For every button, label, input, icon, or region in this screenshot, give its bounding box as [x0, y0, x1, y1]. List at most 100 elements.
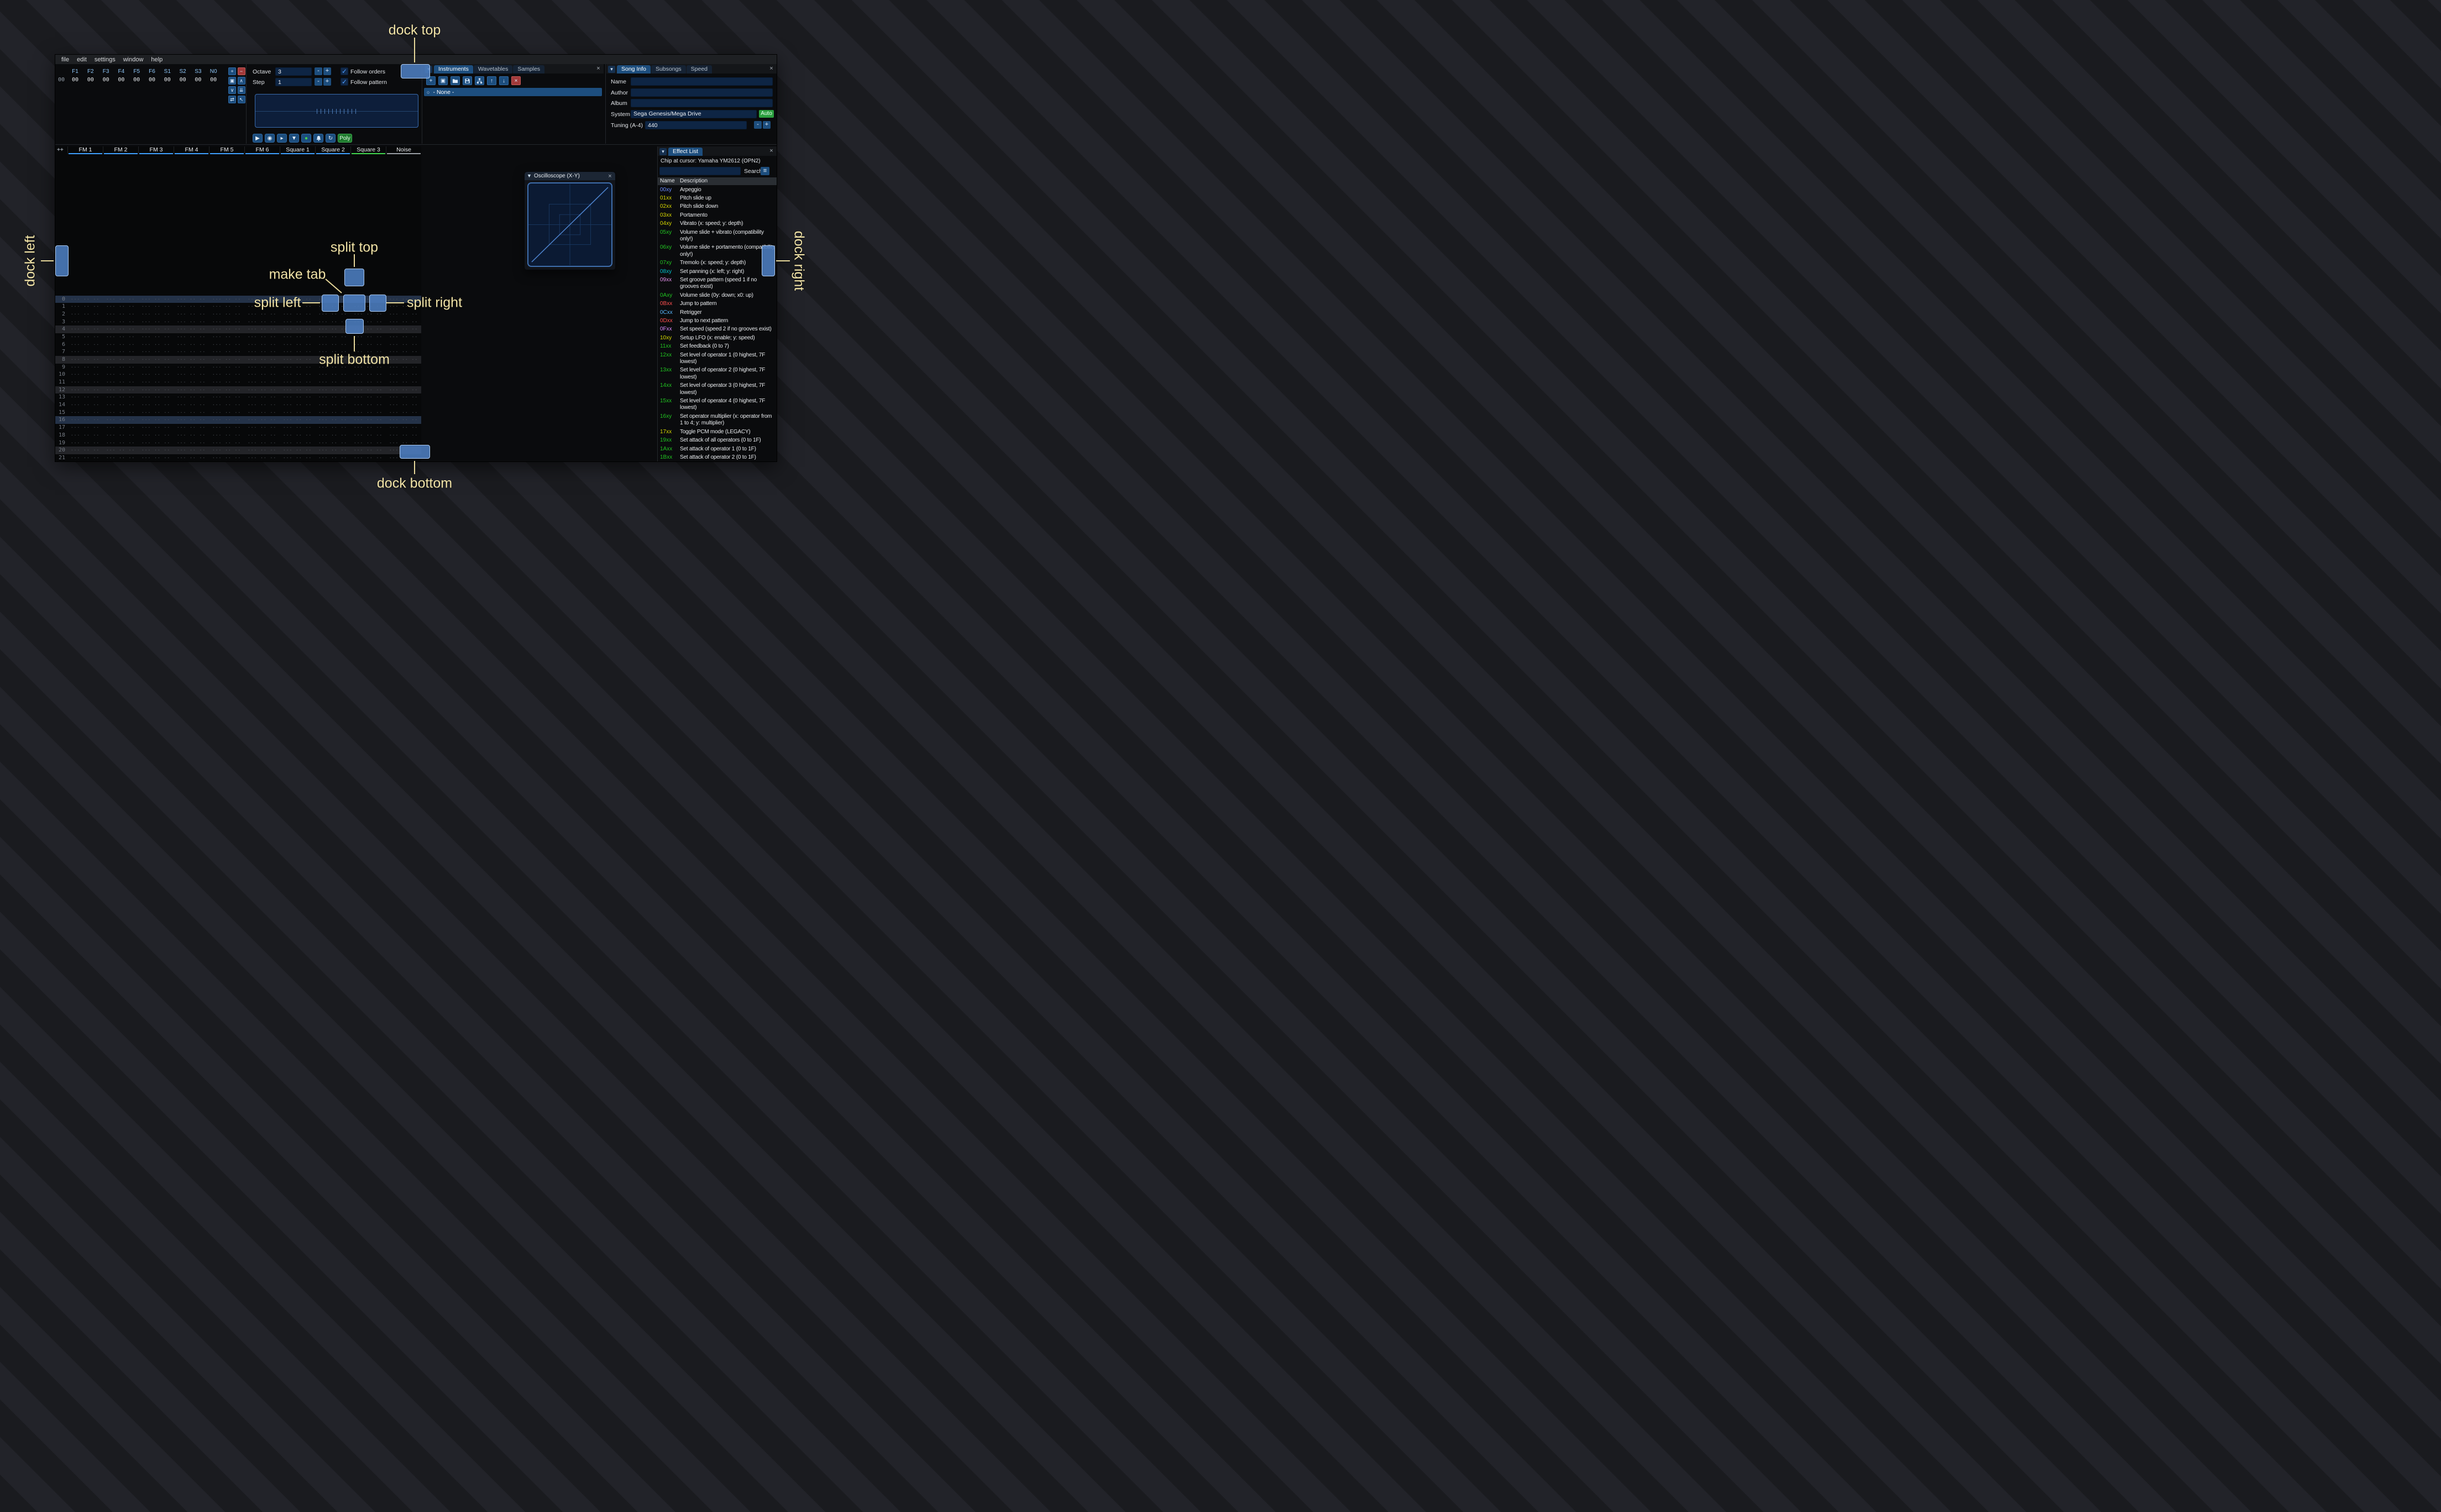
pattern-cell[interactable]: ··· ·· ·· ···	[67, 393, 103, 401]
pattern-cell[interactable]: ··· ·· ·· ···	[138, 424, 174, 432]
pattern-cell[interactable]: ··· ·· ·· ···	[350, 401, 386, 409]
pattern-cell[interactable]: ··· ·· ·· ···	[174, 447, 209, 454]
effect-row[interactable]: 01xx Pitch slide up	[658, 194, 777, 202]
pattern-cell[interactable]: ··· ·· ·· ···	[244, 348, 280, 356]
pattern-cell[interactable]: ··· ·· ·· ···	[350, 454, 386, 461]
pattern-cell[interactable]: ··· ·· ·· ···	[386, 401, 421, 409]
pattern-cell[interactable]: ··· ·· ·· ···	[174, 424, 209, 432]
pattern-cell[interactable]: ··· ·· ·· ···	[350, 416, 386, 424]
pattern-cell[interactable]: ··· ·· ·· ···	[138, 333, 174, 341]
instruments-tab-wavetables[interactable]: Wavetables	[473, 65, 513, 74]
pattern-cell[interactable]: ··· ·· ·· ···	[174, 432, 209, 439]
order-cell[interactable]: 00	[175, 77, 191, 83]
pattern-cell[interactable]: ··· ·· ·· ···	[209, 401, 244, 409]
pattern-cell[interactable]: ··· ·· ·· ···	[174, 416, 209, 424]
pattern-cell[interactable]: ··· ·· ·· ···	[138, 401, 174, 409]
pattern-cell[interactable]: ··· ·· ·· ···	[138, 356, 174, 364]
pattern-cell[interactable]: ··· ·· ·· ···	[103, 432, 138, 439]
pattern-cell[interactable]: ··· ·· ·· ···	[174, 296, 209, 303]
pattern-cell[interactable]: ··· ·· ·· ···	[386, 416, 421, 424]
effect-row[interactable]: 0Bxx Jump to pattern	[658, 300, 777, 308]
splitter[interactable]	[55, 144, 777, 145]
auto-system-button[interactable]: Auto	[759, 110, 774, 118]
effect-row[interactable]: 02xx Pitch slide down	[658, 203, 777, 211]
metronome-button[interactable]	[313, 134, 323, 143]
pattern-cell[interactable]: ··· ·· ·· ···	[103, 454, 138, 461]
channel-header-fm-4[interactable]: FM 4	[174, 146, 209, 154]
pattern-cell[interactable]: ··· ·· ·· ···	[67, 409, 103, 417]
pattern-cell[interactable]: ··· ·· ·· ···	[67, 311, 103, 318]
add-order-button[interactable]: +	[228, 67, 236, 75]
song-name-input[interactable]	[631, 77, 773, 86]
pattern-cell[interactable]: ··· ·· ·· ···	[244, 454, 280, 461]
pattern-cell[interactable]: ··· ·· ·· ···	[174, 348, 209, 356]
channel-header-fm-5[interactable]: FM 5	[209, 146, 244, 154]
pattern-cell[interactable]: ··· ·· ·· ···	[244, 424, 280, 432]
effect-row[interactable]: 12xx Set level of operator 1 (0 highest, …	[658, 351, 777, 366]
pattern-cell[interactable]: ··· ·· ·· ···	[280, 447, 315, 454]
pattern-cell[interactable]: ··· ·· ·· ···	[386, 432, 421, 439]
channel-header-square-2[interactable]: Square 2	[315, 146, 350, 154]
instruments-tab-instruments[interactable]: Instruments	[434, 65, 473, 74]
pattern-cell[interactable]: ··· ·· ·· ···	[138, 439, 174, 447]
pattern-cell[interactable]: ··· ·· ·· ···	[103, 303, 138, 311]
pattern-cell[interactable]: ··· ·· ·· ···	[244, 356, 280, 364]
pattern-cell[interactable]: ··· ·· ·· ···	[138, 386, 174, 394]
song-tab-subsongs[interactable]: Subsongs	[651, 65, 686, 74]
pattern-cell[interactable]: ··· ·· ·· ···	[103, 386, 138, 394]
pattern-cell[interactable]: ··· ·· ·· ···	[67, 296, 103, 303]
channel-header-fm-1[interactable]: FM 1	[67, 146, 103, 154]
pattern-cell[interactable]: ··· ·· ·· ···	[209, 311, 244, 318]
menu-settings[interactable]: settings	[91, 56, 119, 64]
order-cell[interactable]: 00	[190, 77, 206, 83]
pattern-cell[interactable]: ··· ·· ·· ···	[350, 341, 386, 349]
pattern-cell[interactable]: ··· ·· ·· ···	[174, 356, 209, 364]
pattern-cell[interactable]: ··· ·· ·· ···	[244, 416, 280, 424]
pattern-cell[interactable]: ··· ·· ·· ···	[244, 364, 280, 371]
pattern-cell[interactable]: ··· ·· ·· ···	[350, 393, 386, 401]
pattern-cell[interactable]: ··· ·· ·· ···	[386, 311, 421, 318]
play-row-button[interactable]: ▸	[277, 134, 287, 143]
pattern-cell[interactable]: ··· ·· ·· ···	[103, 296, 138, 303]
song-tab-song-info[interactable]: Song Info	[617, 65, 651, 74]
pattern-cell[interactable]: ··· ·· ·· ···	[350, 432, 386, 439]
pattern-cell[interactable]: ··· ·· ·· ···	[67, 432, 103, 439]
save-instrument-button[interactable]	[463, 76, 472, 85]
pattern-cell[interactable]: ··· ·· ·· ···	[244, 439, 280, 447]
pattern-cell[interactable]: ··· ·· ·· ···	[386, 364, 421, 371]
play-pattern-button[interactable]: ◉	[265, 134, 275, 143]
effect-row[interactable]: 07xy Tremolo (x: speed; y: depth)	[658, 259, 777, 267]
pattern-cell[interactable]: ··· ·· ·· ···	[209, 416, 244, 424]
effect-row[interactable]: 15xx Set level of operator 4 (0 highest, …	[658, 397, 777, 413]
split-target-right[interactable]	[369, 295, 386, 312]
edit-toggle-button[interactable]: ●	[301, 134, 311, 143]
pattern-cell[interactable]: ··· ·· ·· ···	[209, 393, 244, 401]
remove-order-button[interactable]: −	[237, 67, 245, 75]
tab-effect-list[interactable]: Effect List	[668, 148, 703, 156]
pattern-cell[interactable]: ··· ·· ·· ···	[138, 326, 174, 333]
pattern-cell[interactable]: ··· ·· ·· ···	[280, 424, 315, 432]
order-cell[interactable]: 00	[144, 77, 160, 83]
song-author-input[interactable]	[631, 88, 773, 97]
pattern-cell[interactable]: ··· ·· ·· ···	[315, 379, 350, 386]
pattern-cell[interactable]: ··· ·· ·· ···	[103, 348, 138, 356]
order-cell[interactable]: 00	[113, 77, 129, 83]
order-cell[interactable]: 00	[98, 77, 114, 83]
pattern-cell[interactable]: ··· ·· ·· ···	[350, 386, 386, 394]
collapse-arrow-icon[interactable]	[659, 148, 667, 155]
pattern-cell[interactable]: ··· ·· ·· ···	[67, 364, 103, 371]
close-icon[interactable]	[595, 65, 602, 72]
pattern-cell[interactable]: ··· ·· ·· ···	[209, 341, 244, 349]
order-cell[interactable]: 00	[160, 77, 175, 83]
pattern-cell[interactable]: ··· ·· ·· ···	[280, 364, 315, 371]
pattern-cell[interactable]: ··· ·· ·· ···	[209, 326, 244, 333]
follow-orders-checkbox[interactable]	[341, 67, 348, 75]
follow-pattern-checkbox[interactable]	[341, 78, 348, 86]
pattern-cell[interactable]: ··· ·· ·· ···	[138, 454, 174, 461]
pattern-cell[interactable]: ··· ·· ·· ···	[174, 341, 209, 349]
pattern-cell[interactable]: ··· ·· ·· ···	[67, 318, 103, 326]
order-cell[interactable]: 00	[129, 77, 144, 83]
channel-header-square-3[interactable]: Square 3	[350, 146, 386, 154]
menu-file[interactable]: file	[57, 56, 73, 64]
pattern-cell[interactable]: ··· ·· ·· ···	[174, 333, 209, 341]
